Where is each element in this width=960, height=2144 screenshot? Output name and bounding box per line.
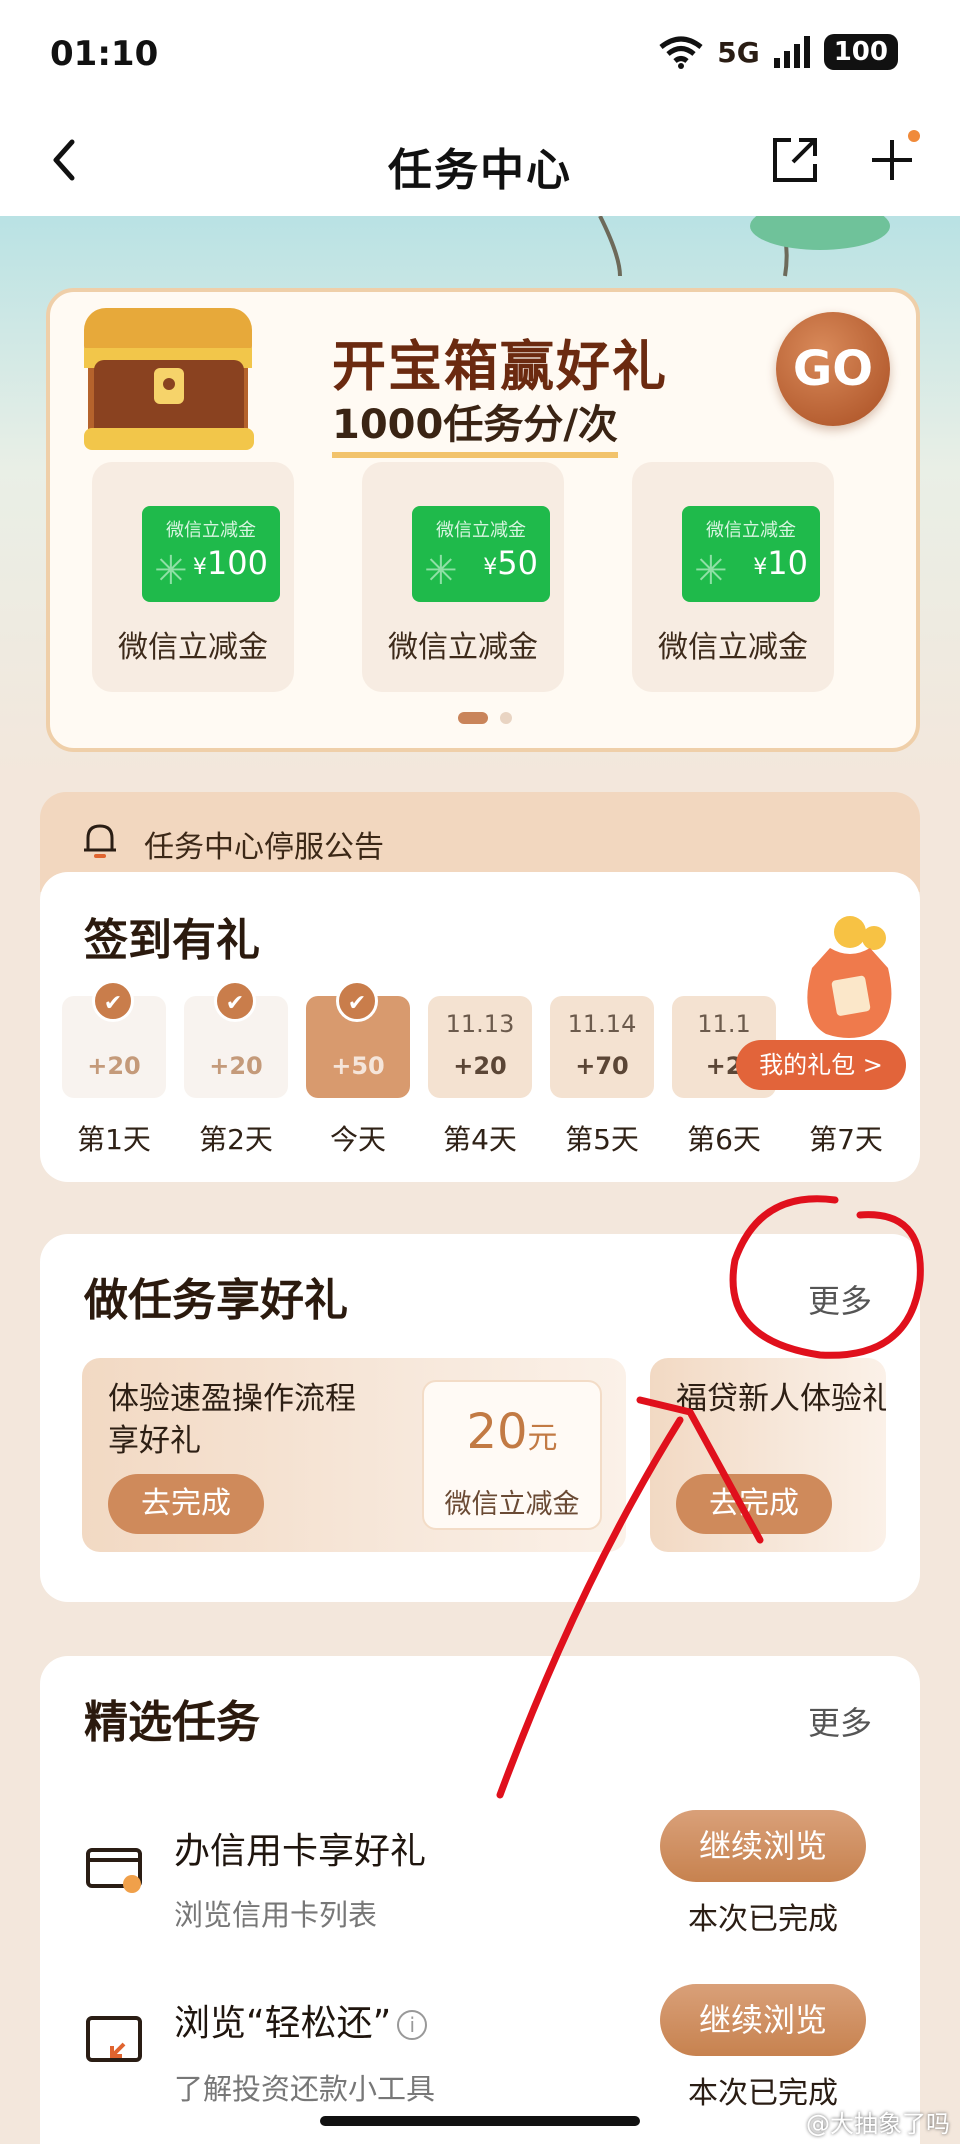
status-time: 01:10 <box>50 34 159 74</box>
nav-bar: 任务中心 <box>0 110 960 216</box>
signin-day: 11.14 +70 <box>550 996 654 1098</box>
signin-day: ✔ +20 <box>62 980 166 1098</box>
pick-title: 浏览“轻松还” i <box>174 1994 428 2046</box>
check-icon: ✔ <box>92 980 134 1022</box>
gift-bag-icon <box>807 916 892 1038</box>
pick-status: 本次已完成 <box>688 1902 838 1937</box>
pager-dot <box>500 712 512 724</box>
day-label: 今天 <box>329 1123 386 1156</box>
check-icon: ✔ <box>214 980 256 1022</box>
watermark: @大抽象了吗 <box>806 2110 950 2138</box>
pager-dot-active <box>458 712 488 724</box>
check-icon: ✔ <box>336 980 378 1022</box>
day-label: 第6天 <box>687 1123 761 1156</box>
task-text: 福贷新人体验礼 <box>676 1381 886 1417</box>
complete-button[interactable]: 去完成 <box>108 1474 264 1534</box>
status-icons: 5G 100 <box>659 34 898 70</box>
wechat-coupon-icon: 微信立减金 ✳ ¥100 <box>142 506 280 602</box>
go-button[interactable]: GO <box>776 312 890 426</box>
signin-day: 11.13 +20 <box>428 996 532 1098</box>
treasure-chest-icon <box>84 308 254 450</box>
info-icon[interactable]: i <box>397 2010 428 2040</box>
network-label: 5G <box>717 35 760 69</box>
reward-box: 20元 微信立减金 <box>422 1380 602 1530</box>
signin-day-today: ✔ +50 <box>306 980 410 1098</box>
treasure-title: 开宝箱赢好礼 <box>332 335 668 398</box>
day-label: 第5天 <box>565 1123 639 1156</box>
pick-title: 办信用卡享好礼 <box>174 1831 427 1872</box>
wechat-coupon-icon: 微信立减金 ✳ ¥50 <box>412 506 550 602</box>
prize-card[interactable]: 微信立减金 ✳ ¥100 微信立减金 <box>92 462 294 692</box>
wifi-icon <box>659 36 703 69</box>
repay-tool-icon <box>86 2016 142 2062</box>
wechat-coupon-icon: 微信立减金 ✳ ¥10 <box>682 506 820 602</box>
task-title: 做任务享好礼 <box>84 1264 358 1328</box>
signin-title: 签到有礼 <box>84 904 270 968</box>
signin-day: ✔ +20 <box>184 980 288 1098</box>
home-indicator <box>320 2116 640 2126</box>
task-item[interactable]: 福贷新人体验礼 去完成 <box>650 1358 886 1552</box>
pick-subtitle: 了解投资还款小工具 <box>174 2072 436 2106</box>
credit-card-icon <box>86 1848 142 1893</box>
battery-indicator: 100 <box>823 34 898 70</box>
picked-title: 精选任务 <box>84 1686 270 1750</box>
notification-dot <box>908 130 920 142</box>
prize-label: 微信立减金 <box>658 630 808 665</box>
treasure-subtitle: 1000任务分/次 <box>332 392 618 458</box>
task-text: 体验速盈操作流程享好礼 <box>108 1381 356 1459</box>
day-label: 第7天 <box>809 1123 883 1156</box>
continue-browse-button[interactable]: 继续浏览 <box>660 1810 866 1882</box>
task-more-link[interactable]: 更多 <box>808 1276 872 1322</box>
prize-card[interactable]: 微信立减金 ✳ ¥50 微信立减金 <box>362 462 564 692</box>
bell-icon <box>84 824 116 858</box>
complete-button[interactable]: 去完成 <box>676 1474 832 1534</box>
my-gift-button[interactable]: 我的礼包 > <box>736 1040 906 1090</box>
share-icon[interactable] <box>765 130 825 190</box>
prize-label: 微信立减金 <box>388 630 538 665</box>
day-label: 第2天 <box>199 1123 273 1156</box>
day-label: 第1天 <box>77 1123 151 1156</box>
notice-text: 任务中心停服公告 <box>144 830 384 865</box>
continue-browse-button[interactable]: 继续浏览 <box>660 1984 866 2056</box>
signal-icon <box>773 36 810 68</box>
task-item[interactable]: 体验速盈操作流程享好礼 去完成 20元 微信立减金 <box>82 1358 626 1552</box>
day-label: 第4天 <box>443 1123 517 1156</box>
pick-subtitle: 浏览信用卡列表 <box>174 1898 378 1932</box>
status-bar: 01:10 5G 100 <box>0 0 960 110</box>
prize-card[interactable]: 微信立减金 ✳ ¥10 微信立减金 <box>632 462 834 692</box>
prize-label: 微信立减金 <box>118 630 268 665</box>
picked-more-link[interactable]: 更多 <box>808 1698 872 1744</box>
